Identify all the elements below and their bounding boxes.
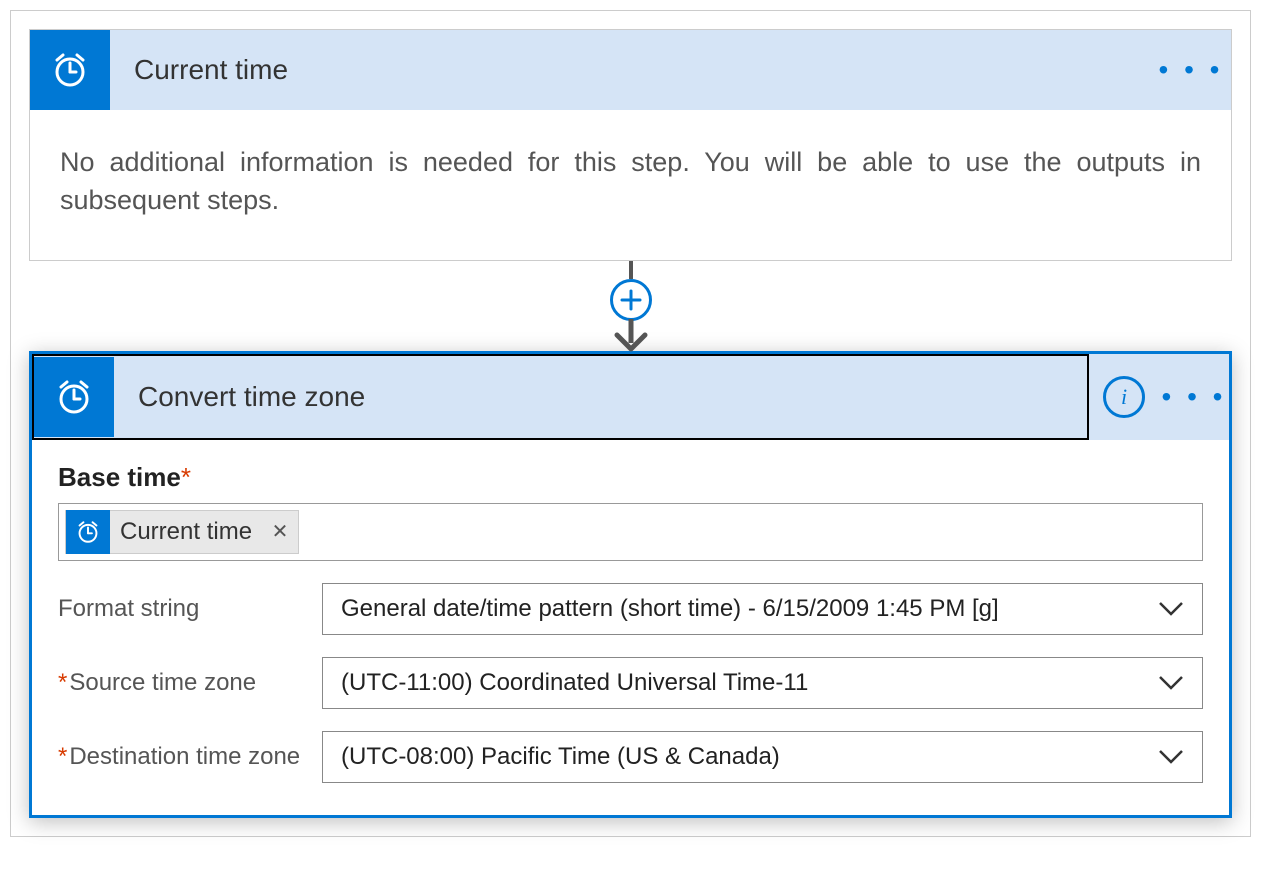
clock-icon — [34, 357, 114, 437]
base-time-label: Base time* — [58, 462, 1203, 493]
base-time-label-text: Base time — [58, 462, 181, 492]
remove-chip-button[interactable]: ✕ — [262, 519, 298, 544]
chevron-down-icon — [1158, 749, 1184, 765]
dest-tz-label: *Destination time zone — [58, 743, 304, 771]
row-destination-timezone: *Destination time zone (UTC-08:00) Pacif… — [58, 731, 1203, 783]
dropdown-value: General date/time pattern (short time) -… — [341, 595, 1158, 623]
flow-canvas: Current time • • • No additional informa… — [10, 10, 1251, 837]
step2-body: Base time* Current time ✕ — [32, 440, 1229, 815]
info-button[interactable]: i — [1089, 354, 1159, 440]
dynamic-content-chip: Current time ✕ — [65, 510, 299, 554]
format-string-dropdown[interactable]: General date/time pattern (short time) -… — [322, 583, 1203, 635]
info-icon: i — [1103, 376, 1145, 418]
step2-title-bar[interactable]: Convert time zone — [32, 354, 1089, 440]
step-connector — [29, 261, 1232, 351]
label-text: Format string — [58, 595, 199, 622]
row-format-string: Format string General date/time pattern … — [58, 583, 1203, 635]
chevron-down-icon — [1158, 601, 1184, 617]
dropdown-value: (UTC-11:00) Coordinated Universal Time-1… — [341, 669, 1158, 697]
arrow-down-icon — [613, 319, 649, 353]
step1-menu-button[interactable]: • • • — [1151, 54, 1231, 86]
step1-title: Current time — [110, 54, 1151, 86]
required-mark: * — [58, 743, 67, 770]
step-current-time: Current time • • • No additional informa… — [29, 29, 1232, 261]
connector-line — [629, 261, 633, 279]
clock-icon — [30, 30, 110, 110]
step-convert-time-zone: Convert time zone i • • • Base time* — [29, 351, 1232, 818]
step1-body-text: No additional information is needed for … — [30, 110, 1231, 260]
required-mark: * — [58, 669, 67, 696]
dropdown-value: (UTC-08:00) Pacific Time (US & Canada) — [341, 743, 1158, 771]
required-mark: * — [181, 462, 191, 492]
step2-menu-button[interactable]: • • • — [1159, 354, 1229, 440]
step2-title: Convert time zone — [114, 381, 1087, 413]
source-tz-dropdown[interactable]: (UTC-11:00) Coordinated Universal Time-1… — [322, 657, 1203, 709]
step2-header: Convert time zone i • • • — [32, 354, 1229, 440]
add-step-button[interactable] — [610, 279, 652, 321]
label-text: Destination time zone — [69, 743, 300, 770]
row-source-timezone: *Source time zone (UTC-11:00) Coordinate… — [58, 657, 1203, 709]
label-text: Source time zone — [69, 669, 256, 696]
source-tz-label: *Source time zone — [58, 669, 304, 697]
chevron-down-icon — [1158, 675, 1184, 691]
format-string-label: Format string — [58, 595, 304, 623]
base-time-input[interactable]: Current time ✕ — [58, 503, 1203, 561]
step1-header[interactable]: Current time • • • — [30, 30, 1231, 110]
clock-icon — [66, 510, 110, 554]
chip-label: Current time — [110, 518, 262, 546]
dest-tz-dropdown[interactable]: (UTC-08:00) Pacific Time (US & Canada) — [322, 731, 1203, 783]
